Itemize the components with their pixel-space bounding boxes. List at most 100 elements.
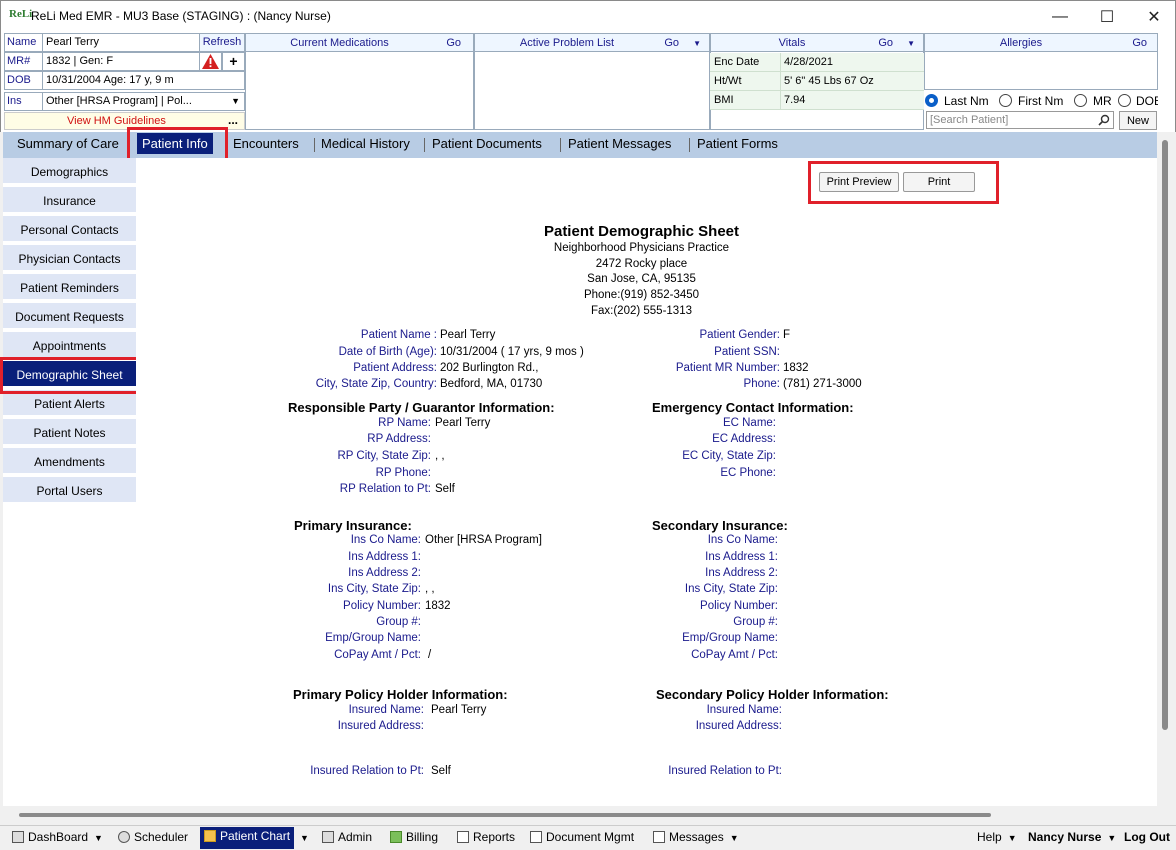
demographic-sheet-panel: Print Preview Print Patient Demographic … <box>136 158 1157 806</box>
tab-encounters[interactable]: Encounters <box>233 136 299 151</box>
app-logo-icon: ReLi <box>9 8 33 20</box>
chevron-down-icon[interactable]: ▼ <box>231 96 240 106</box>
reports-icon <box>457 831 469 843</box>
sidebar-item-insurance[interactable]: Insurance <box>3 187 136 214</box>
sidebar-item-demographics[interactable]: Demographics <box>3 158 136 185</box>
vitals-row: Enc Date 4/28/2021 <box>710 53 924 72</box>
refresh-button[interactable]: Refresh <box>199 33 245 52</box>
field-label: Ins City, State Zip: <box>684 583 778 595</box>
field-label: Insured Address: <box>337 720 424 732</box>
sidebar-item-patient-reminders[interactable]: Patient Reminders <box>3 274 136 301</box>
sidebar: Demographics Insurance Personal Contacts… <box>3 158 136 806</box>
radio-dob[interactable] <box>1118 94 1131 107</box>
search-input[interactable]: [Search Patient] <box>926 111 1114 129</box>
primary-insurance-heading: Primary Insurance: <box>294 518 412 533</box>
active-problem-list-go[interactable]: Go <box>664 37 679 49</box>
practice-city: San Jose, CA, 95135 <box>587 273 696 285</box>
new-patient-button[interactable]: New <box>1119 111 1157 130</box>
field-label: Emp/Group Name: <box>325 632 421 644</box>
alert-icon[interactable] <box>199 52 222 71</box>
field-value: Pearl Terry <box>440 329 496 341</box>
radio-mr[interactable] <box>1074 94 1087 107</box>
billing-icon <box>390 831 402 843</box>
billing-button[interactable]: Billing <box>390 830 438 844</box>
dashboard-menu[interactable]: DashBoard ▼ <box>12 830 103 844</box>
field-value: Bedford, MA, 01730 <box>440 378 543 390</box>
sidebar-item-amendments[interactable]: Amendments <box>3 448 136 475</box>
sidebar-item-portal-users[interactable]: Portal Users <box>3 477 136 504</box>
vitals-go[interactable]: Go <box>878 37 893 49</box>
tab-medical-history[interactable]: Medical History <box>321 136 410 151</box>
horizontal-scrollbar[interactable] <box>3 808 1157 822</box>
tab-summary-of-care[interactable]: Summary of Care <box>17 136 119 151</box>
field-value: , , <box>435 450 445 462</box>
current-medications-header: Current Medications Go <box>245 33 474 52</box>
reports-button[interactable]: Reports <box>457 830 515 844</box>
chevron-down-icon[interactable]: ▼ <box>300 833 309 843</box>
patient-chart-button[interactable]: Patient Chart <box>200 827 295 849</box>
field-label: Patient Gender: <box>699 329 780 341</box>
field-label: City, State Zip, Country: <box>315 378 437 390</box>
chevron-down-icon[interactable]: ▼ <box>693 39 701 48</box>
mr-label: MR# <box>5 53 43 70</box>
field-label: Patient SSN: <box>714 346 780 358</box>
highlight-box <box>0 357 140 394</box>
allergies-go[interactable]: Go <box>1132 37 1147 49</box>
chevron-down-icon[interactable]: ▼ <box>907 39 915 48</box>
field-label: CoPay Amt / Pct: <box>691 649 778 661</box>
field-value: Self <box>431 765 451 777</box>
tab-patient-documents[interactable]: Patient Documents <box>432 136 542 151</box>
scheduler-button[interactable]: Scheduler <box>118 830 188 844</box>
maximize-button[interactable]: ☐ <box>1084 1 1130 33</box>
secondary-insurance-heading: Secondary Insurance: <box>652 518 788 533</box>
field-value: (781) 271-3000 <box>783 378 862 390</box>
field-value: Pearl Terry <box>431 704 487 716</box>
sidebar-item-personal-contacts[interactable]: Personal Contacts <box>3 216 136 243</box>
patient-name: Pearl Terry <box>46 36 99 48</box>
more-icon[interactable]: ... <box>228 113 238 127</box>
allergies-panel <box>924 52 1158 90</box>
dob-row: DOB 10/31/2004 Age: 17 y, 9 m <box>4 71 245 90</box>
search-icon[interactable] <box>1098 114 1110 126</box>
document-mgmt-button[interactable]: Document Mgmt <box>530 830 634 844</box>
field-value: Pearl Terry <box>435 417 491 429</box>
logout-button[interactable]: Log Out <box>1124 830 1170 844</box>
field-value: 1832 <box>783 362 809 374</box>
add-button[interactable]: + <box>222 52 245 71</box>
scrollbar-thumb[interactable] <box>1162 140 1168 730</box>
sidebar-item-patient-notes[interactable]: Patient Notes <box>3 419 136 446</box>
admin-button[interactable]: Admin <box>322 830 372 844</box>
close-button[interactable]: ✕ <box>1131 1 1176 33</box>
dob-label: DOB <box>5 72 43 89</box>
vertical-scrollbar[interactable] <box>1159 132 1171 812</box>
scheduler-label: Scheduler <box>134 830 189 844</box>
current-medications-go[interactable]: Go <box>446 37 461 49</box>
secondary-policy-holder-heading: Secondary Policy Holder Information: <box>656 687 889 702</box>
search-placeholder: [Search Patient] <box>930 114 1009 126</box>
radio-first-nm[interactable] <box>999 94 1012 107</box>
sidebar-item-physician-contacts[interactable]: Physician Contacts <box>3 245 136 272</box>
field-label: Ins Address 1: <box>348 551 421 563</box>
insurance-row[interactable]: Ins Other [HRSA Program] | Pol... ▼ <box>4 92 245 111</box>
sidebar-item-document-requests[interactable]: Document Requests <box>3 303 136 330</box>
field-label: Insured Name: <box>348 704 424 716</box>
user-menu[interactable]: Nancy Nurse ▼ <box>1028 830 1116 844</box>
radio-last-nm[interactable] <box>925 94 938 107</box>
messages-menu[interactable]: Messages ▼ <box>653 830 739 844</box>
radio-label: MR <box>1093 94 1112 108</box>
help-menu[interactable]: Help ▼ <box>977 830 1017 844</box>
field-value: F <box>783 329 791 341</box>
patient-name-row: Name Pearl Terry <box>4 33 200 52</box>
sidebar-item-patient-alerts[interactable]: Patient Alerts <box>3 390 136 417</box>
sidebar-item-appointments[interactable]: Appointments <box>3 332 136 359</box>
folder-icon <box>204 830 216 842</box>
scrollbar-thumb[interactable] <box>19 813 991 817</box>
view-hm-guidelines-link[interactable]: View HM Guidelines <box>67 115 166 127</box>
ins-label: Ins <box>5 93 43 110</box>
admin-icon <box>322 831 334 843</box>
tab-patient-messages[interactable]: Patient Messages <box>568 136 671 151</box>
tab-patient-forms[interactable]: Patient Forms <box>697 136 778 151</box>
field-label: Insured Address: <box>695 720 782 732</box>
field-value: 1832 <box>425 600 451 612</box>
minimize-button[interactable]: — <box>1037 1 1083 33</box>
